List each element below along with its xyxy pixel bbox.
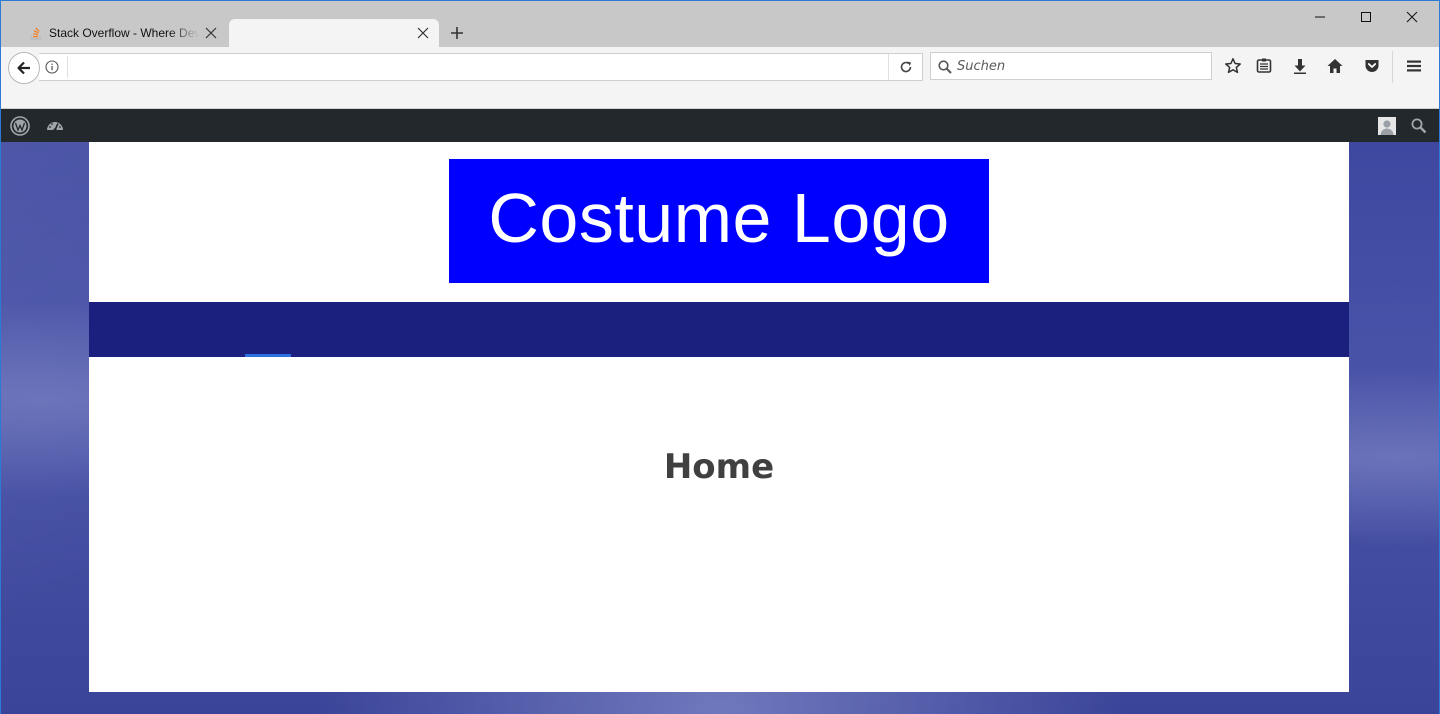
close-tab-icon[interactable] [415,25,431,41]
page-content: Home [89,357,1349,692]
site-container: Costume Logo Home [89,142,1349,692]
home-icon[interactable] [1322,53,1348,79]
stackoverflow-icon [29,26,43,40]
download-icon[interactable] [1287,53,1313,79]
search-icon [937,59,953,75]
info-icon[interactable] [45,60,59,74]
url-bar[interactable] [39,53,923,81]
tab-stack-overflow[interactable]: Stack Overflow - Where Developers Learn,… [15,19,227,47]
dashboard-icon[interactable] [43,114,67,138]
primary-navigation [89,302,1349,357]
logo-text: Costume Logo [488,179,950,257]
search-bar[interactable] [930,52,1212,80]
browser-window: Stack Overflow - Where Developers Learn,… [0,0,1440,714]
wordpress-icon[interactable] [8,114,32,138]
close-icon[interactable] [1389,3,1435,31]
navigation-toolbar [1,47,1439,109]
pocket-icon[interactable] [1359,53,1385,79]
new-tab-button[interactable] [445,21,469,45]
tab-bar: Stack Overflow - Where Developers Learn,… [1,1,1439,47]
star-icon[interactable] [1220,53,1246,79]
wp-admin-bar [1,109,1439,142]
reload-icon[interactable] [888,54,922,80]
maximize-icon[interactable] [1343,3,1389,31]
minimize-icon[interactable] [1297,3,1343,31]
close-tab-icon[interactable] [203,25,219,41]
tab-title: Stack Overflow - Where Developers Learn,… [49,26,199,40]
page-title: Home [663,447,775,487]
url-input[interactable] [67,56,887,78]
menu-icon[interactable] [1401,53,1427,79]
site-logo[interactable]: Costume Logo [449,159,989,283]
tab-active[interactable] [229,19,439,47]
reading-list-icon[interactable] [1251,53,1277,79]
admin-search-icon[interactable] [1407,114,1431,138]
toolbar-separator [1392,51,1393,83]
site-header: Costume Logo [89,142,1349,302]
back-button[interactable] [8,52,40,84]
back-arrow-icon [17,61,30,75]
search-input[interactable] [957,56,1207,76]
avatar[interactable] [1375,114,1399,138]
